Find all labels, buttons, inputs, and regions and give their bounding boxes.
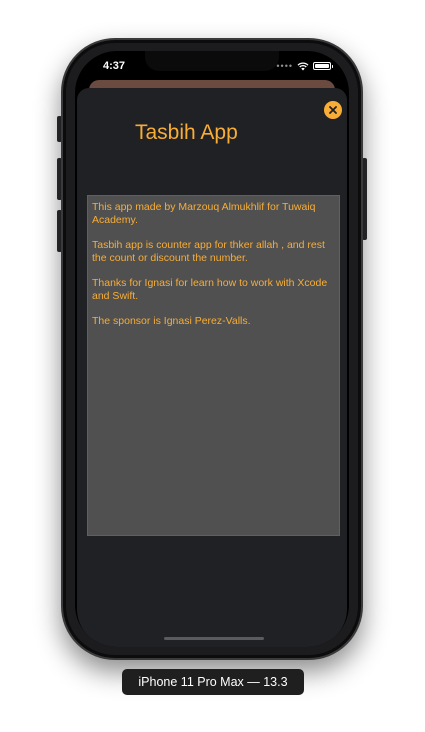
info-paragraph: This app made by Marzouq Almukhlif for T… bbox=[92, 201, 316, 226]
about-sheet: Tasbih App This app made by Marzouq Almu… bbox=[77, 88, 347, 647]
close-button[interactable] bbox=[324, 101, 342, 119]
cell-signal-icon: •••• bbox=[276, 61, 293, 71]
status-time: 4:37 bbox=[103, 60, 126, 72]
close-icon bbox=[329, 106, 337, 114]
simulator-stage: 4:37 •••• Tasbih App This app made by Ma… bbox=[0, 0, 425, 732]
sheet-title: Tasbih App bbox=[135, 121, 238, 144]
info-paragraph: The sponsor is Ignasi Perez-Valls. bbox=[92, 315, 251, 327]
info-paragraph: Thanks for Ignasi for learn how to work … bbox=[92, 277, 328, 302]
about-text-view[interactable]: This app made by Marzouq Almukhlif for T… bbox=[87, 195, 340, 536]
battery-icon bbox=[313, 62, 333, 70]
wifi-icon bbox=[297, 62, 309, 70]
info-paragraph: Tasbih app is counter app for thker alla… bbox=[92, 239, 325, 264]
phone-screen: 4:37 •••• Tasbih App This app made by Ma… bbox=[75, 51, 349, 647]
notch bbox=[145, 51, 279, 71]
device-label: iPhone 11 Pro Max — 13.3 bbox=[122, 669, 304, 695]
home-indicator[interactable] bbox=[164, 637, 264, 640]
battery-fill bbox=[315, 64, 329, 68]
status-icons: •••• bbox=[276, 60, 333, 72]
